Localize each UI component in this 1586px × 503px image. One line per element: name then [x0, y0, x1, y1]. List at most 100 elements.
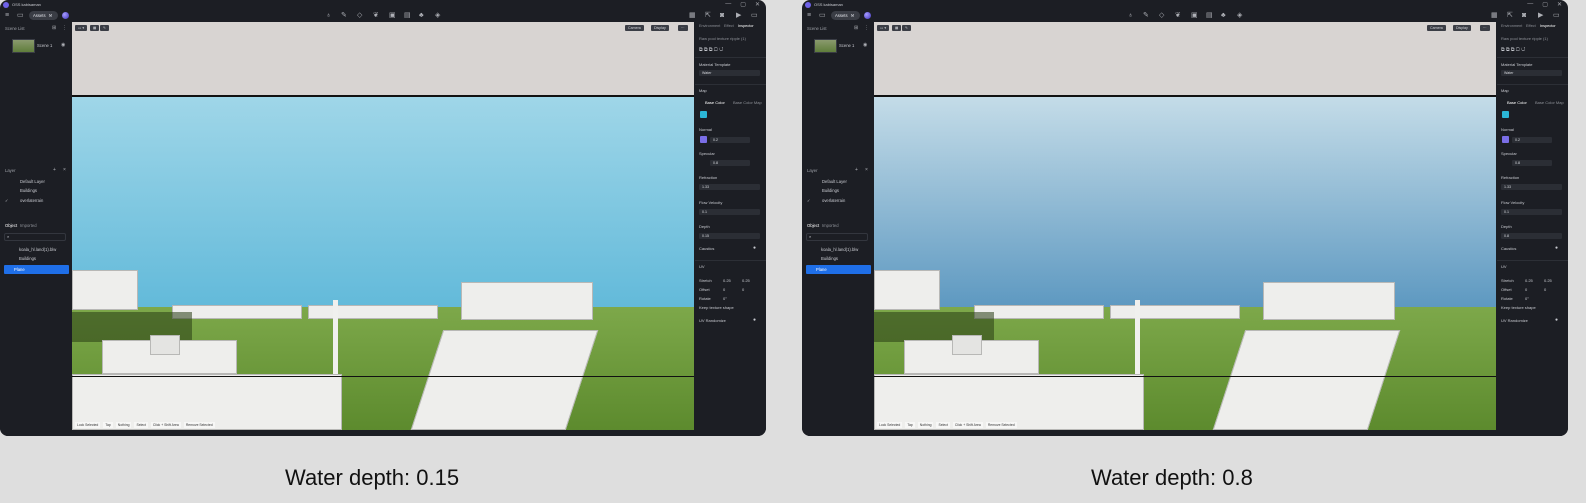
- panel-icon[interactable]: ▤: [404, 11, 411, 20]
- material-tool-icons[interactable]: ⧉ ⧉ ⧉ ▢ ↺: [699, 47, 723, 53]
- close-layer-icon[interactable]: ×: [63, 166, 66, 175]
- tab-imported[interactable]: Imported: [822, 223, 839, 228]
- video-icon[interactable]: ▶: [1538, 11, 1543, 20]
- shape-icon[interactable]: ◇: [357, 11, 362, 20]
- object-item-selected[interactable]: Plane: [4, 265, 69, 274]
- menu-icon[interactable]: ≡: [807, 11, 811, 20]
- layer-item[interactable]: Buildings: [822, 188, 839, 193]
- uv-offset-x[interactable]: 0: [723, 287, 725, 292]
- bulb-icon[interactable]: ♁: [326, 11, 331, 20]
- tab-base-color[interactable]: Base Color: [1507, 100, 1527, 105]
- object-search-input[interactable]: ⌕: [4, 233, 66, 241]
- depth-field[interactable]: 0.15: [699, 233, 760, 239]
- scene-thumbnail[interactable]: [814, 39, 837, 53]
- caustics-toggle[interactable]: ●: [1555, 245, 1558, 251]
- display-button[interactable]: Display: [1453, 25, 1471, 31]
- layer-item[interactable]: Buildings: [20, 188, 37, 193]
- uv-offset-x[interactable]: 0: [1525, 287, 1527, 292]
- bulb-icon[interactable]: ♁: [1128, 11, 1133, 20]
- layer-item[interactable]: overlaterrain: [20, 198, 43, 203]
- normal-swatch[interactable]: [700, 136, 707, 143]
- close-button[interactable]: ✕: [1557, 1, 1562, 8]
- pen-icon[interactable]: ✎: [1143, 11, 1149, 20]
- tab-effect[interactable]: Effect: [724, 24, 734, 28]
- uv-offset-y[interactable]: 0: [1544, 287, 1546, 292]
- uv-randomize-toggle[interactable]: ●: [1555, 317, 1558, 323]
- export-icon[interactable]: ⇱: [1507, 11, 1513, 20]
- shape-icon[interactable]: ◇: [1159, 11, 1164, 20]
- pen-icon[interactable]: ✎: [341, 11, 347, 20]
- scene-viewport[interactable]: ▭ ▾ ▦ ✎ Camera Display ⋯ Lock Selected T…: [72, 22, 694, 430]
- camera-button[interactable]: Camera: [1427, 25, 1446, 31]
- material-tool-icons[interactable]: ⧉ ⧉ ⧉ ▢ ↺: [1501, 47, 1525, 53]
- minimize-button[interactable]: —: [725, 1, 731, 8]
- base-color-swatch[interactable]: [1502, 111, 1509, 118]
- sphere-icon[interactable]: [62, 12, 69, 19]
- normal-swatch[interactable]: [1502, 136, 1509, 143]
- display-button[interactable]: Display: [651, 25, 669, 31]
- object-item[interactable]: koala_hl.land(1).blw: [19, 247, 56, 252]
- more-button[interactable]: ⋯: [1480, 25, 1490, 31]
- add-layer-icon[interactable]: +: [855, 166, 858, 175]
- material-template-select[interactable]: Water: [1501, 70, 1562, 76]
- tab-inspector[interactable]: Inspector: [1540, 24, 1556, 28]
- layer-item[interactable]: Default Layer: [20, 179, 45, 184]
- tab-base-color-map[interactable]: Base Color Map: [733, 100, 762, 105]
- specular-field[interactable]: 0.8: [710, 160, 750, 166]
- layer-item[interactable]: overlaterrain: [822, 198, 845, 203]
- depth-field[interactable]: 0.8: [1501, 233, 1562, 239]
- object-item[interactable]: Buildings: [821, 256, 838, 261]
- uv-randomize-toggle[interactable]: ●: [753, 317, 756, 323]
- object-item[interactable]: koala_hl.land(1).blw: [821, 247, 858, 252]
- video-icon[interactable]: ▶: [736, 11, 741, 20]
- calendar-icon[interactable]: ▦: [1491, 11, 1498, 20]
- display-icon[interactable]: ▭: [1553, 11, 1560, 20]
- minimize-button[interactable]: —: [1527, 1, 1533, 8]
- camera-button[interactable]: Camera: [625, 25, 644, 31]
- maximize-button[interactable]: ▢: [740, 1, 746, 8]
- camera-icon[interactable]: ◙: [1522, 11, 1526, 20]
- viewport-menu-button[interactable]: ▭ ▾: [75, 25, 88, 31]
- material-template-select[interactable]: Water: [699, 70, 760, 76]
- scene-viewport[interactable]: ▭ ▾ ▦ ✎ Camera Display ⋯ Lock Selected T…: [874, 22, 1496, 430]
- uv-stretch-y[interactable]: 0.25: [1544, 278, 1552, 283]
- base-color-swatch[interactable]: [700, 111, 707, 118]
- more-icon[interactable]: ⋮: [62, 24, 67, 33]
- uv-stretch-x[interactable]: 0.25: [1525, 278, 1533, 283]
- scene-name[interactable]: Scene 1: [839, 43, 854, 48]
- uv-rotate-value[interactable]: 0°: [723, 296, 727, 301]
- tab-imported[interactable]: Imported: [20, 223, 37, 228]
- add-layer-icon[interactable]: +: [53, 166, 56, 175]
- uv-stretch-y[interactable]: 0.25: [742, 278, 750, 283]
- more-icon[interactable]: ⋮: [864, 24, 869, 33]
- panel-icon[interactable]: ▤: [1206, 11, 1213, 20]
- scene-name[interactable]: Scene 1: [37, 43, 52, 48]
- add-scene-icon[interactable]: ⊞: [854, 24, 858, 33]
- assets-button[interactable]: Assets ⚒: [831, 11, 860, 20]
- object-item-selected[interactable]: Plane: [806, 265, 871, 274]
- tab-environment[interactable]: Environment: [699, 24, 720, 28]
- tab-object[interactable]: Object: [807, 223, 819, 228]
- box-icon[interactable]: ▣: [1191, 11, 1198, 20]
- add-scene-icon[interactable]: ⊞: [52, 24, 56, 33]
- tab-environment[interactable]: Environment: [1501, 24, 1522, 28]
- display-icon[interactable]: ▭: [751, 11, 758, 20]
- close-button[interactable]: ✕: [755, 1, 760, 8]
- refraction-field[interactable]: 1.33: [1501, 184, 1562, 190]
- scene-thumbnail[interactable]: [12, 39, 35, 53]
- specular-field[interactable]: 0.8: [1512, 160, 1552, 166]
- tab-base-color-map[interactable]: Base Color Map: [1535, 100, 1564, 105]
- close-layer-icon[interactable]: ×: [865, 166, 868, 175]
- camera-icon[interactable]: ◙: [720, 11, 724, 20]
- menu-icon[interactable]: ≡: [5, 11, 9, 20]
- viewport-menu-button[interactable]: ▭ ▾: [877, 25, 890, 31]
- tab-base-color[interactable]: Base Color: [705, 100, 725, 105]
- flow-velocity-field[interactable]: 0.1: [699, 209, 760, 215]
- pen-button[interactable]: ✎: [902, 25, 912, 31]
- layers-icon[interactable]: ◈: [435, 11, 440, 20]
- leaf-icon[interactable]: ❦: [373, 11, 379, 20]
- grid-button[interactable]: ▦: [892, 25, 902, 31]
- maximize-button[interactable]: ▢: [1542, 1, 1548, 8]
- uv-stretch-x[interactable]: 0.25: [723, 278, 731, 283]
- flow-velocity-field[interactable]: 0.1: [1501, 209, 1562, 215]
